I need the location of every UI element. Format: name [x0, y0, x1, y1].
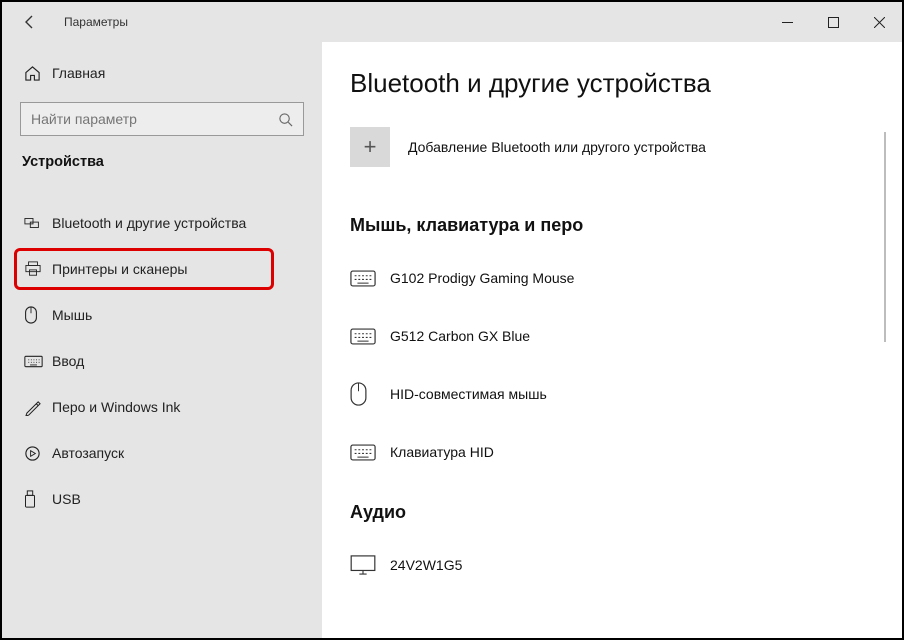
- sidebar-item-autoplay[interactable]: Автозапуск: [2, 430, 322, 476]
- titlebar: Параметры: [2, 2, 902, 42]
- scrollbar[interactable]: [884, 132, 886, 342]
- sidebar-item-label: Перо и Windows Ink: [52, 399, 180, 415]
- autoplay-icon: [24, 445, 52, 462]
- section-title-audio: Аудио: [350, 502, 902, 523]
- add-device-row[interactable]: + Добавление Bluetooth или другого устро…: [350, 127, 902, 167]
- device-name: HID-совместимая мышь: [390, 386, 547, 402]
- keyboard-icon: [24, 355, 52, 368]
- bluetooth-devices-icon: [24, 215, 52, 231]
- search-field[interactable]: [31, 111, 278, 127]
- device-item[interactable]: G512 Carbon GX Blue: [350, 310, 902, 362]
- home-icon: [24, 65, 52, 82]
- monitor-icon: [350, 555, 390, 575]
- section-title-mkp: Мышь, клавиатура и перо: [350, 215, 902, 236]
- sidebar-item-bluetooth[interactable]: Bluetooth и другие устройства: [2, 200, 322, 246]
- page-title: Bluetooth и другие устройства: [350, 68, 902, 99]
- search-icon: [278, 112, 293, 127]
- sidebar-item-label: Ввод: [52, 353, 84, 369]
- device-name: G512 Carbon GX Blue: [390, 328, 530, 344]
- usb-icon: [24, 490, 52, 508]
- device-item[interactable]: Клавиатура HID: [350, 426, 902, 478]
- window-title: Параметры: [64, 15, 128, 29]
- main-panel: Bluetooth и другие устройства + Добавлен…: [322, 42, 902, 638]
- minimize-button[interactable]: [764, 2, 810, 42]
- sidebar-item-typing[interactable]: Ввод: [2, 338, 322, 384]
- sidebar-item-pen[interactable]: Перо и Windows Ink: [2, 384, 322, 430]
- device-item[interactable]: HID-совместимая мышь: [350, 368, 902, 420]
- sidebar-category: Устройства: [2, 154, 322, 178]
- keyboard-icon: [350, 270, 390, 287]
- mouse-icon: [24, 306, 52, 324]
- plus-icon: +: [350, 127, 390, 167]
- add-device-label: Добавление Bluetooth или другого устройс…: [408, 139, 706, 155]
- maximize-button[interactable]: [810, 2, 856, 42]
- sidebar-item-label: Принтеры и сканеры: [52, 261, 187, 277]
- sidebar-item-usb[interactable]: USB: [2, 476, 322, 522]
- device-name: Клавиатура HID: [390, 444, 494, 460]
- sidebar-item-label: Bluetooth и другие устройства: [52, 215, 246, 231]
- sidebar-item-label: Автозапуск: [52, 445, 124, 461]
- mouse-icon: [350, 382, 390, 406]
- sidebar-item-mouse[interactable]: Мышь: [2, 292, 322, 338]
- pen-icon: [24, 399, 52, 416]
- close-button[interactable]: [856, 2, 902, 42]
- sidebar-home[interactable]: Главная: [2, 54, 322, 92]
- device-name: 24V2W1G5: [390, 557, 462, 573]
- keyboard-icon: [350, 444, 390, 461]
- keyboard-icon: [350, 328, 390, 345]
- device-name: G102 Prodigy Gaming Mouse: [390, 270, 574, 286]
- sidebar-item-label: Мышь: [52, 307, 92, 323]
- printer-icon: [24, 261, 52, 277]
- back-button[interactable]: [22, 14, 58, 30]
- device-item[interactable]: 24V2W1G5: [350, 539, 902, 591]
- sidebar-item-label: USB: [52, 491, 81, 507]
- sidebar: Главная Устройства Bluetooth и другие ус…: [2, 42, 322, 638]
- sidebar-item-printers[interactable]: Принтеры и сканеры: [2, 246, 322, 292]
- search-input[interactable]: [20, 102, 304, 136]
- sidebar-home-label: Главная: [52, 65, 105, 81]
- device-item[interactable]: G102 Prodigy Gaming Mouse: [350, 252, 902, 304]
